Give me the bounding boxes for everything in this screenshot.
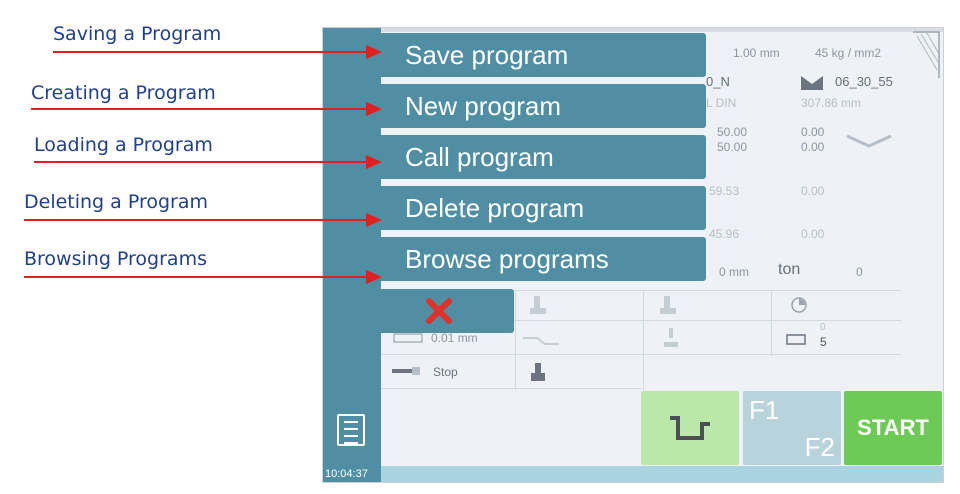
status-bar (381, 466, 943, 482)
annotation-browsing: Browsing Programs (24, 248, 207, 270)
punch-small-icon (531, 363, 545, 381)
grid-line-3 (381, 354, 901, 355)
ton-value: 0 (856, 265, 863, 279)
ton-label: ton (778, 261, 801, 278)
menu-call-program[interactable]: Call program (381, 135, 706, 179)
menu-browse-programs[interactable]: Browse programs (381, 237, 706, 281)
value-r3a: 45.96 (709, 227, 740, 241)
f1-f2-button[interactable]: F1 F2 (743, 391, 841, 465)
clock-icon (791, 297, 807, 313)
grid-vline-3 (771, 290, 772, 356)
tool-left: 0_N (706, 74, 730, 89)
count-top: 0 (820, 322, 826, 333)
value-r1a: 50.00 (717, 125, 748, 139)
value-r2a: 59.53 (709, 184, 740, 198)
value-r3b: 0.00 (801, 227, 825, 241)
grid-line-4 (381, 388, 641, 389)
grid-vline-1 (515, 290, 516, 390)
program-list-icon[interactable] (337, 414, 365, 446)
punch-down-icon (530, 296, 546, 314)
stop-icon (392, 367, 420, 375)
tool-right: 06_30_55 (835, 74, 893, 89)
bend-mode-icon (670, 416, 710, 440)
menu-save-program[interactable]: Save program (381, 33, 706, 77)
annotation-loading: Loading a Program (34, 134, 213, 156)
grid-vline-2 (643, 290, 644, 390)
die-icon (801, 76, 823, 90)
thickness-value: 1.00 mm (733, 46, 780, 60)
row2-right: 307.86 mm (801, 96, 862, 110)
stop-label: Stop (433, 365, 458, 379)
tool-small-icon (664, 328, 678, 347)
stack-icon (786, 334, 806, 345)
row2-left: L DIN (706, 96, 737, 110)
value-r1b: 50.00 (717, 140, 748, 154)
annotation-saving: Saving a Program (53, 23, 222, 45)
bend-shape-icon (846, 134, 892, 148)
value-r1d: 0.00 (801, 140, 825, 154)
corner-logo-icon (913, 31, 940, 78)
mm-value: 0 mm (719, 265, 749, 279)
dimension-value: 0.01 mm (431, 331, 478, 345)
punch-up-icon (660, 296, 676, 314)
menu-new-program[interactable]: New program (381, 84, 706, 128)
f1-label: F1 (749, 395, 780, 425)
annotation-creating: Creating a Program (31, 82, 216, 104)
machine-screen: 1.00 mm 45 kg / mm2 0_N 06_30_55 L DIN 3… (322, 27, 944, 483)
close-x-icon (426, 298, 452, 324)
menu-delete-program[interactable]: Delete program (381, 186, 706, 230)
top-border (381, 28, 943, 32)
menu-close-button[interactable] (381, 289, 514, 333)
value-r1c: 0.00 (801, 125, 825, 139)
status-clock: 10:04:37 (323, 466, 381, 482)
annotation-deleting: Deleting a Program (24, 191, 209, 213)
dimension-icon (393, 333, 423, 343)
gauge-icon (523, 337, 559, 345)
bend-mode-button[interactable] (641, 391, 739, 465)
value-r2b: 0.00 (801, 184, 825, 198)
start-button[interactable]: START (844, 391, 942, 465)
count-bottom: 5 (820, 335, 827, 349)
f2-label: F2 (804, 432, 835, 462)
strength-value: 45 kg / mm2 (815, 46, 882, 60)
